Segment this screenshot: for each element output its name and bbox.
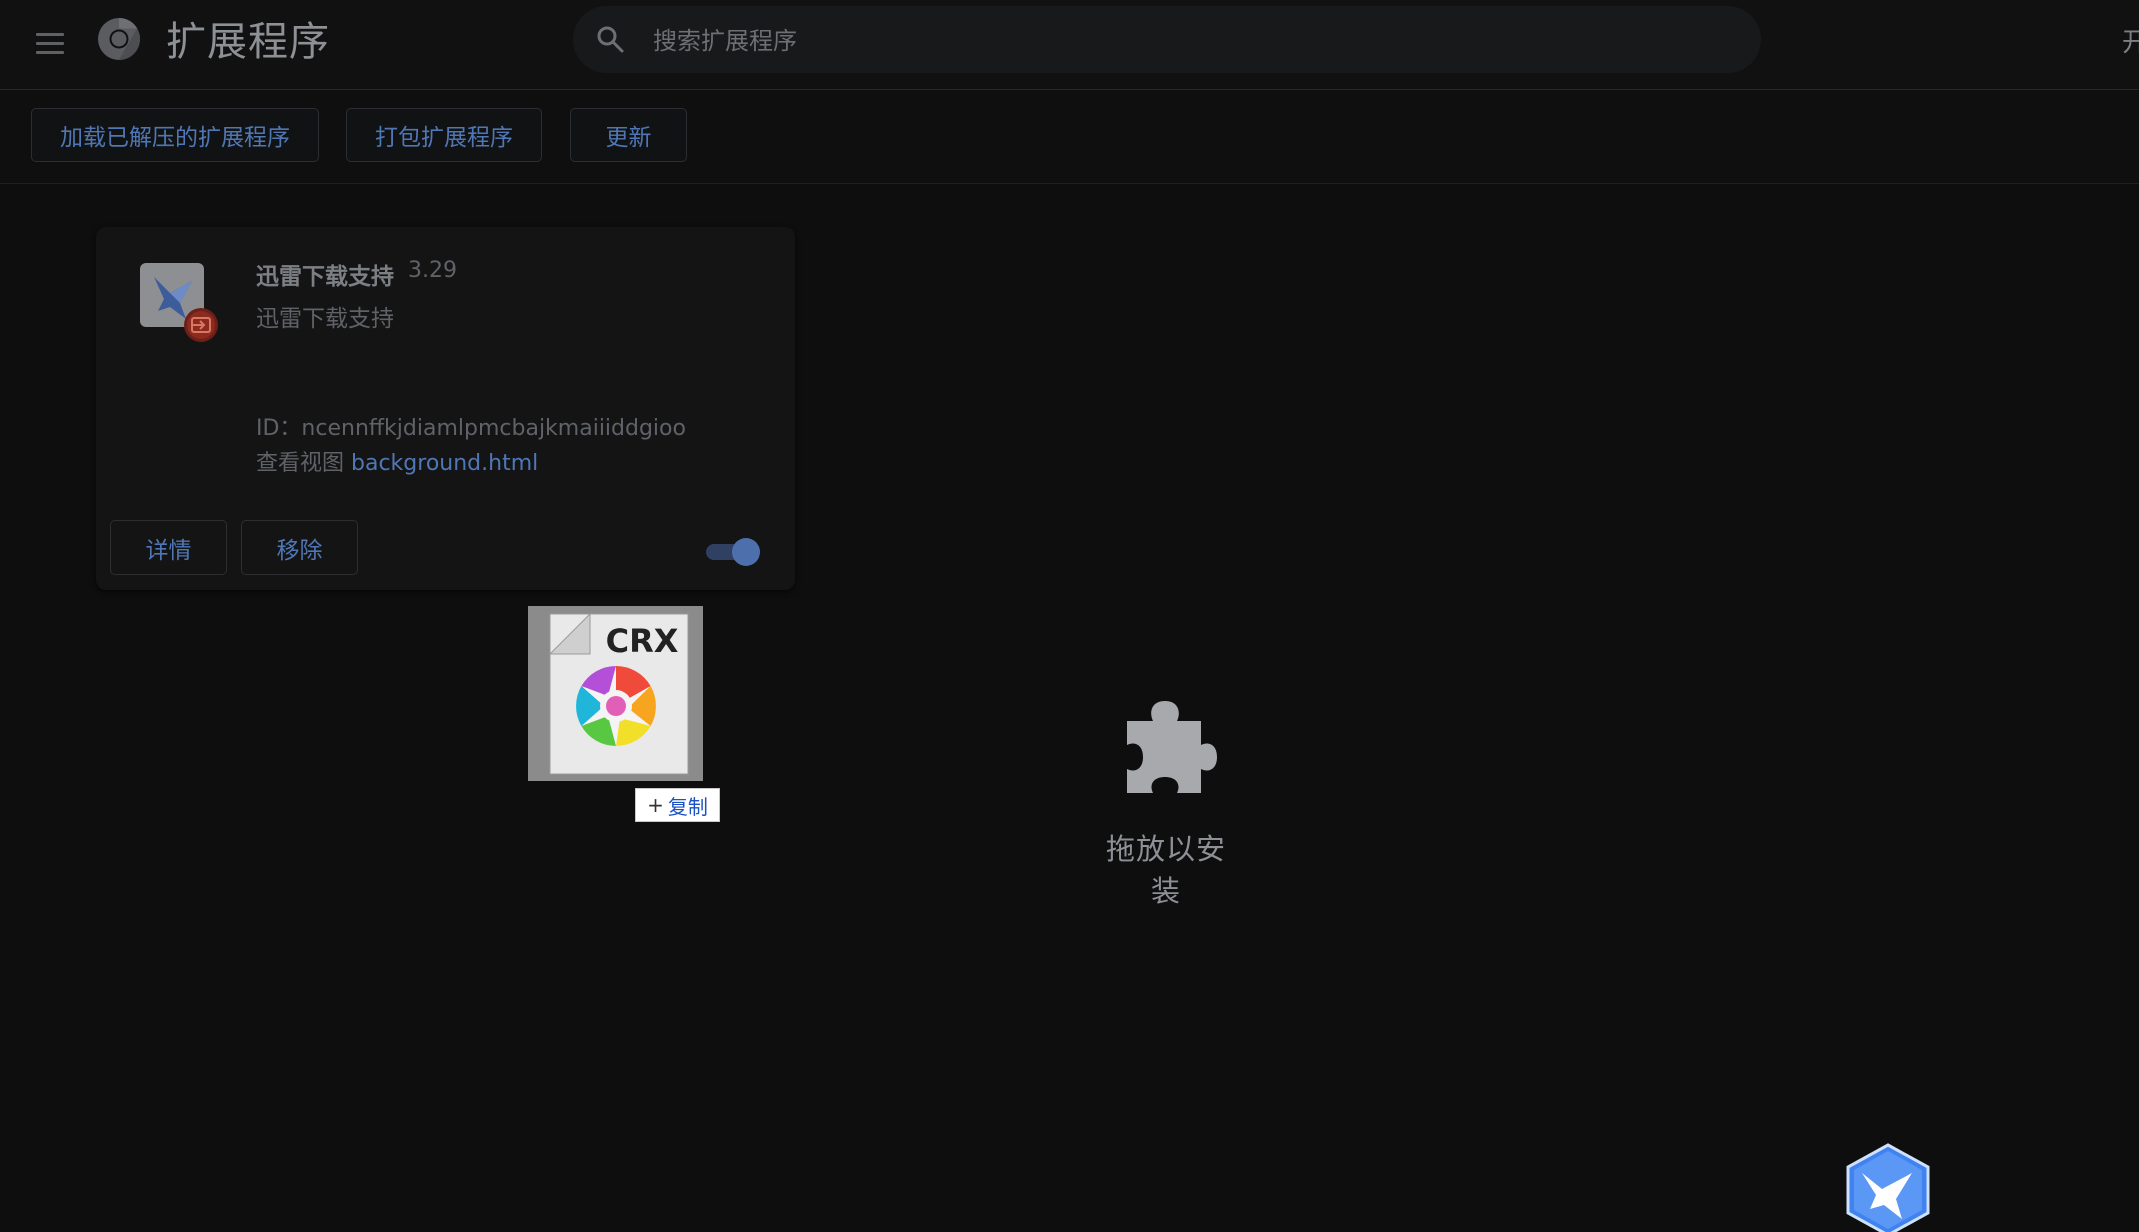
toolbar: 加载已解压的扩展程序 打包扩展程序 更新 [0, 90, 2139, 184]
drop-to-install-label: 拖放以安装 [1105, 832, 1226, 908]
update-button[interactable]: 更新 [570, 108, 687, 162]
extension-name: 迅雷下载支持 [256, 264, 394, 290]
enable-toggle[interactable] [706, 538, 762, 566]
chrome-logo-icon [98, 17, 141, 61]
pack-extension-button[interactable]: 打包扩展程序 [346, 108, 542, 162]
background-page-link[interactable]: background.html [351, 451, 538, 476]
thunder-bird-icon [140, 263, 218, 342]
plus-icon: + [647, 793, 664, 817]
dragged-crx-file: CRX [528, 606, 703, 781]
search-input[interactable] [651, 6, 1735, 75]
extension-version: 3.29 [408, 258, 457, 283]
details-button[interactable]: 详情 [110, 520, 227, 575]
inspect-views: 查看视图 background.html [256, 445, 538, 477]
copy-hint: + 复制 [635, 788, 720, 822]
search-bar[interactable] [573, 6, 1761, 75]
extension-id: ID：ncennffkjdiamlpmcbajkmaiiiddgioo [256, 416, 686, 441]
inspect-views-label: 查看视图 [256, 451, 345, 476]
extensions-page: 扩展程序 开 加载已解压的扩展程序 打包扩展程序 更新 迅雷下载支持 3.2 [0, 0, 2139, 1232]
copy-hint-label: 复制 [667, 794, 708, 819]
puzzle-icon [1127, 701, 1217, 793]
search-icon [597, 26, 624, 53]
developer-mode-label[interactable]: 开 [2122, 22, 2139, 59]
thunder-bird-badge-icon[interactable] [1842, 1143, 1934, 1232]
extension-description: 迅雷下载支持 [256, 306, 394, 332]
page-title: 扩展程序 [166, 19, 330, 65]
menu-icon[interactable] [36, 26, 70, 60]
toggle-knob [732, 538, 760, 566]
extension-card: 迅雷下载支持 3.29 迅雷下载支持 ID：ncennffkjdiamlpmcb… [96, 227, 795, 590]
load-unpacked-button[interactable]: 加载已解压的扩展程序 [31, 108, 319, 162]
crx-file-icon: CRX [528, 606, 703, 781]
remove-button[interactable]: 移除 [241, 520, 358, 575]
crx-label: CRX [606, 622, 679, 660]
top-bar: 扩展程序 开 [0, 0, 2139, 90]
